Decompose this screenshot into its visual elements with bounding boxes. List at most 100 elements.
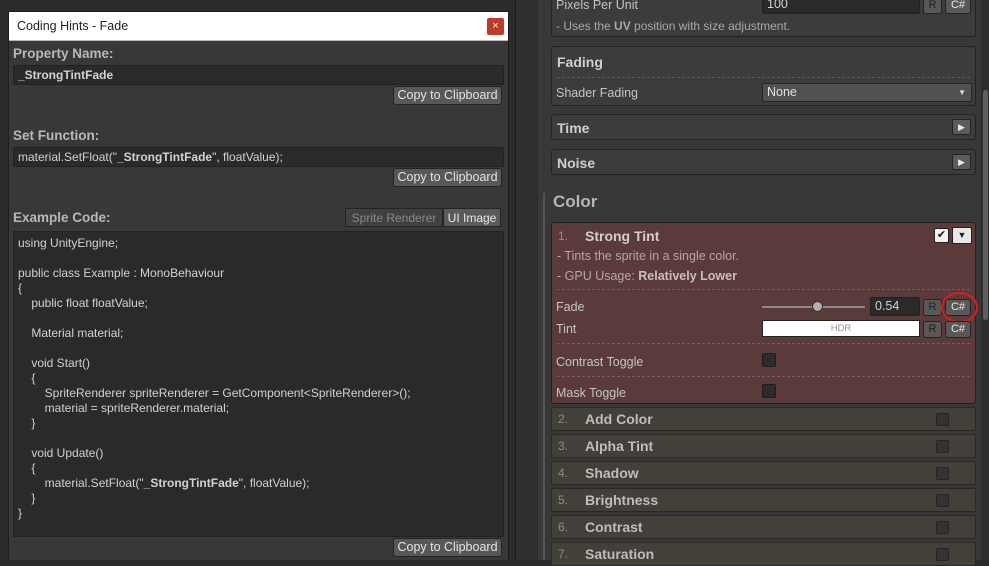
effect-name: Alpha Tint <box>585 438 654 454</box>
example-code-area[interactable]: using UnityEngine; public class Example :… <box>13 231 504 537</box>
property-name-highlight: _StrongTintFade <box>143 476 239 490</box>
property-name-field[interactable]: _StrongTintFade <box>13 65 504 85</box>
code-line: using UnityEngine; <box>18 236 119 250</box>
property-name-header: Property Name: <box>13 46 114 61</box>
tab-ui-image[interactable]: UI Image <box>443 208 501 227</box>
time-section[interactable]: Time ▶ <box>551 114 976 140</box>
chevron-down-icon: ▼ <box>958 88 966 97</box>
code-line: material = spriteRenderer.material; <box>18 401 230 415</box>
code-line: material.SetFloat("_StrongTintFade", flo… <box>18 476 310 490</box>
example-code-header: Example Code: <box>13 210 111 225</box>
effect-name: Contrast <box>585 519 643 535</box>
tint-divider <box>557 343 970 344</box>
close-button[interactable]: × <box>487 18 504 35</box>
noise-title: Noise <box>557 155 596 171</box>
pixels-per-unit-reset-button[interactable]: R <box>923 0 942 14</box>
mask-toggle-checkbox[interactable] <box>762 384 776 398</box>
gpu-usage-prefix: - GPU Usage: <box>557 269 639 283</box>
code-line: { <box>18 281 23 295</box>
effect-item[interactable]: 4. Shadow <box>551 461 976 485</box>
pixels-per-unit-code-button[interactable]: C# <box>945 0 971 14</box>
expand-arrow-icon[interactable]: ▶ <box>952 154 971 170</box>
renderer-tabs: Sprite Renderer UI Image <box>345 208 504 228</box>
effect-item[interactable]: 7. Saturation <box>551 542 976 566</box>
code-line: public class Example : MonoBehaviour <box>18 266 225 280</box>
vertical-scrollbar-thumb[interactable] <box>983 90 988 320</box>
tint-label: Tint <box>556 322 577 336</box>
fade-value-field[interactable]: 0.54 <box>870 297 920 316</box>
color-group-title: Color <box>553 192 598 211</box>
uv-note: - Uses the UV position with size adjustm… <box>556 19 791 33</box>
gpu-usage-text: - GPU Usage: Relatively Lower <box>557 269 737 283</box>
effect-enable-checkbox[interactable] <box>936 548 949 561</box>
inspector-left-gutter <box>515 0 537 560</box>
strong-tint-panel: 1. Strong Tint ✔ ▼ - Tints the sprite in… <box>551 222 978 404</box>
noise-section[interactable]: Noise ▶ <box>551 149 976 175</box>
effect-enable-checkbox[interactable] <box>936 440 949 453</box>
code-line: public float floatValue; <box>18 296 148 310</box>
effect-enable-checkbox[interactable] <box>936 467 949 480</box>
contrast-toggle-checkbox[interactable] <box>762 353 776 367</box>
window-titlebar[interactable]: Coding Hints - Fade × <box>9 12 508 41</box>
copy-set-function-button[interactable]: Copy to Clipboard <box>393 168 502 187</box>
shader-fading-dropdown[interactable]: None ▼ <box>762 83 972 102</box>
time-title: Time <box>557 120 590 136</box>
coding-hints-window: Coding Hints - Fade × Property Name: _St… <box>8 11 509 560</box>
code-line: } <box>18 506 23 520</box>
strong-tint-enable-checkbox[interactable]: ✔ <box>934 228 949 243</box>
copy-property-name-button[interactable]: Copy to Clipboard <box>393 86 502 105</box>
code-line: { <box>18 371 36 385</box>
strong-tint-number: 1. <box>558 229 569 243</box>
code-line: } <box>18 491 36 505</box>
tab-sprite-renderer[interactable]: Sprite Renderer <box>345 208 443 227</box>
effect-number: 3. <box>558 439 569 453</box>
fading-title[interactable]: Fading <box>557 54 603 70</box>
window-title: Coding Hints - Fade <box>17 19 129 33</box>
code-line: } <box>18 416 36 430</box>
contrast-divider <box>557 376 970 377</box>
shader-fading-label: Shader Fading <box>556 86 639 100</box>
effect-name: Brightness <box>585 492 659 508</box>
pixel-settings-section: Pixels Per Unit 100 R C# - Uses the UV p… <box>551 0 976 37</box>
effect-number: 6. <box>558 520 569 534</box>
effect-number: 7. <box>558 547 569 561</box>
set-function-field[interactable]: material.SetFloat("_StrongTintFade", flo… <box>13 147 504 167</box>
tint-reset-button[interactable]: R <box>923 321 942 338</box>
effect-enable-checkbox[interactable] <box>936 494 949 507</box>
property-name-highlight: _StrongTintFade <box>116 150 213 164</box>
copy-example-code-button[interactable]: Copy to Clipboard <box>393 538 502 557</box>
strong-tint-description: - Tints the sprite in a single color. <box>557 249 740 263</box>
effect-number: 4. <box>558 466 569 480</box>
gpu-usage-value: Relatively Lower <box>638 269 737 283</box>
fade-reset-button[interactable]: R <box>923 299 942 316</box>
shader-fading-value: None <box>767 85 797 99</box>
expand-arrow-icon[interactable]: ▶ <box>952 119 971 135</box>
code-line: void Update() <box>18 446 104 460</box>
highlight-circle <box>941 292 978 323</box>
tint-color-field[interactable]: HDR <box>762 320 920 337</box>
effect-enable-checkbox[interactable] <box>936 521 949 534</box>
set-function-text: material.SetFloat("_StrongTintFade", flo… <box>18 150 283 164</box>
collapse-arrow-icon[interactable]: ▼ <box>952 227 972 244</box>
effect-item[interactable]: 6. Contrast <box>551 515 976 539</box>
strong-tint-divider <box>557 289 970 290</box>
pixels-per-unit-label: Pixels Per Unit <box>556 0 638 12</box>
tint-code-hint-button[interactable]: C# <box>945 321 971 338</box>
strong-tint-title[interactable]: Strong Tint <box>585 228 659 244</box>
effect-enable-checkbox[interactable] <box>936 413 949 426</box>
pixels-per-unit-field[interactable]: 100 <box>762 0 920 14</box>
effect-item[interactable]: 2. Add Color <box>551 407 976 431</box>
set-function-header: Set Function: <box>13 128 100 143</box>
code-line: void Start() <box>18 356 91 370</box>
fading-section: Fading Shader Fading None ▼ <box>551 46 976 106</box>
effect-item[interactable]: 5. Brightness <box>551 488 976 512</box>
effect-item[interactable]: 3. Alpha Tint <box>551 434 976 458</box>
mask-toggle-label: Mask Toggle <box>556 386 626 400</box>
fade-slider-thumb[interactable] <box>811 301 823 312</box>
code-line: { <box>18 461 36 475</box>
fade-label: Fade <box>556 300 585 314</box>
